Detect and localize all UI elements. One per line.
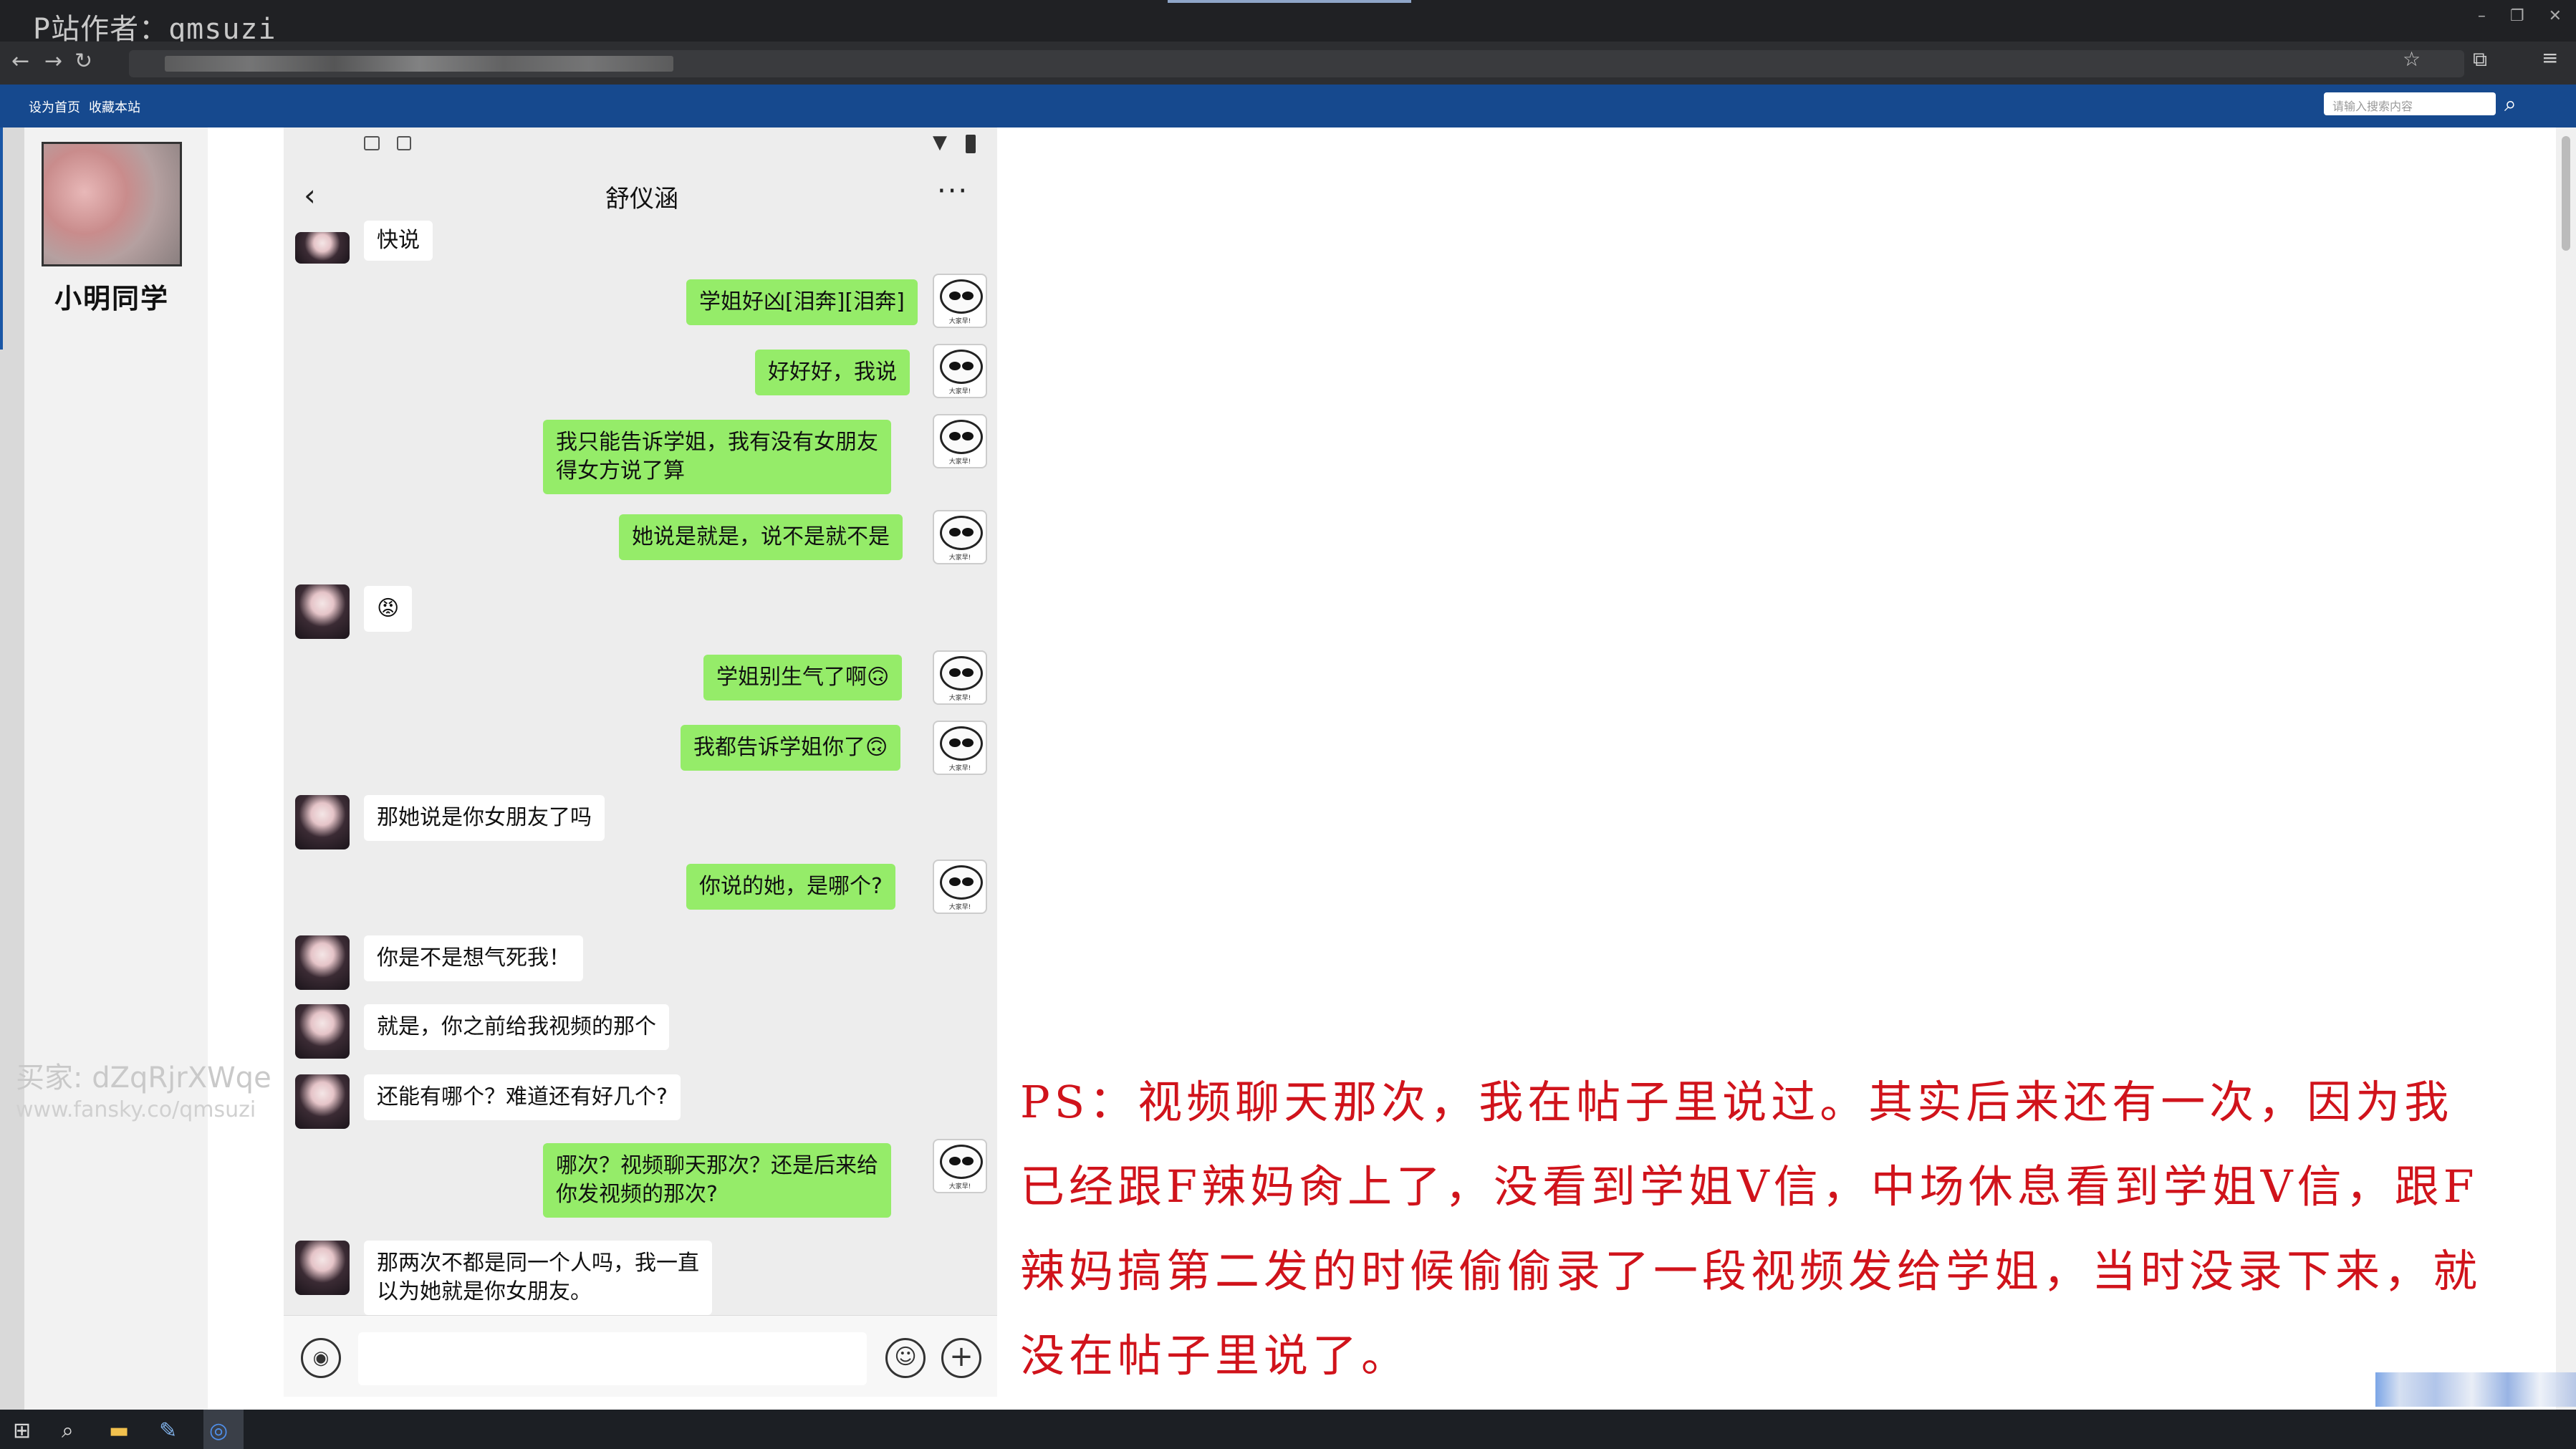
message-bubble-out: 你说的她，是哪个? (686, 864, 895, 910)
avatar-caption: 大家早! (948, 554, 971, 562)
active-tab-indicator[interactable] (1168, 0, 1411, 3)
my-avatar[interactable]: 大家早! (933, 721, 987, 775)
caption-text: PS：视频聊天那次，我在帖子里说过。其实后来还有一次，因为我已经跟F辣妈肏上了，… (1020, 1076, 2482, 1382)
set-homepage-link[interactable]: 设为首页 (29, 97, 80, 116)
message-bubble-in: 就是，你之前给我视频的那个 (364, 1004, 669, 1050)
left-gutter (0, 127, 24, 1410)
message-input[interactable] (358, 1332, 867, 1385)
bookmark-site-link[interactable]: 收藏本站 (89, 97, 140, 116)
extensions-icon[interactable]: ⧉ (2473, 47, 2487, 72)
message-bubble-out: 哪次？视频聊天那次？还是后来给 你发视频的那次? (543, 1143, 891, 1218)
back-arrow-icon[interactable]: ← (11, 49, 29, 74)
site-header (0, 85, 2576, 127)
message-bubble-in: 😡 (364, 586, 413, 632)
forward-arrow-icon[interactable]: → (44, 49, 62, 74)
message-bubble-out: 我都告诉学姐你了🙃 (681, 725, 901, 771)
notepad-icon[interactable]: ✎ (159, 1418, 177, 1443)
notification-icon (397, 136, 411, 150)
my-avatar[interactable]: 大家早! (933, 274, 987, 328)
minimize-icon[interactable]: – (2478, 7, 2486, 25)
contact-avatar[interactable] (295, 795, 350, 849)
maximize-icon[interactable]: ❐ (2510, 7, 2524, 25)
message-bubble-in: 那两次不都是同一个人吗，我一直 以为她就是你女朋友。 (364, 1241, 712, 1315)
avatar-caption: 大家早! (948, 318, 971, 325)
wifi-icon: ▼ (933, 132, 947, 153)
start-icon[interactable]: ⊞ (13, 1418, 31, 1443)
contact-avatar[interactable] (295, 1004, 350, 1059)
message-bubble-out: 我只能告诉学姐，我有没有女朋友 得女方说了算 (543, 420, 891, 494)
my-avatar[interactable]: 大家早! (933, 650, 987, 705)
contact-avatar[interactable] (295, 1241, 350, 1295)
avatar-caption: 大家早! (948, 388, 971, 395)
taskbar (0, 1410, 2576, 1449)
contact-avatar[interactable] (295, 1074, 350, 1129)
more-icon[interactable]: ··· (937, 175, 969, 208)
my-avatar[interactable]: 大家早! (933, 510, 987, 564)
close-icon[interactable]: ✕ (2549, 7, 2562, 25)
message-bubble-in: 快说 (364, 221, 433, 261)
my-avatar[interactable]: 大家早! (933, 860, 987, 914)
back-icon[interactable]: ‹ (304, 178, 316, 213)
pixelated-overlay (2375, 1372, 2576, 1407)
voice-icon[interactable]: ◉ (301, 1338, 341, 1378)
browser-titlebar (0, 0, 2576, 42)
site-watermark: www.fansky.co/qmsuzi (16, 1097, 256, 1122)
avatar-caption: 大家早! (948, 695, 971, 702)
avatar-caption: 大家早! (948, 765, 971, 772)
user-sidebar (24, 127, 208, 1410)
buyer-watermark: 买家: dZqRjrXWqe (16, 1062, 271, 1094)
battery-icon (966, 135, 976, 153)
username[interactable]: 小明同学 (36, 276, 188, 316)
my-avatar[interactable]: 大家早! (933, 1139, 987, 1193)
message-bubble-out: 好好好，我说 (755, 350, 910, 395)
menu-icon[interactable]: ≡ (2542, 46, 2558, 69)
avatar-caption: 大家早! (948, 458, 971, 466)
plus-icon[interactable]: + (941, 1338, 981, 1378)
contact-avatar[interactable] (295, 584, 350, 639)
message-bubble-in: 那她说是你女朋友了吗 (364, 795, 605, 841)
emoji-icon[interactable]: ☺ (885, 1338, 926, 1378)
my-avatar[interactable]: 大家早! (933, 414, 987, 468)
contact-avatar[interactable] (295, 935, 350, 990)
window-controls: – ❐ ✕ (2478, 7, 2562, 25)
browser-icon[interactable]: ◎ (209, 1418, 228, 1443)
phone-status-bar: ▼ (284, 127, 997, 163)
search-icon[interactable]: ⌕ (2504, 92, 2517, 117)
scrollbar-thumb[interactable] (2562, 136, 2570, 251)
url-blurred-text (165, 56, 673, 72)
chat-title: 舒仪涵 (605, 185, 678, 213)
search-icon[interactable]: ⌕ (62, 1418, 74, 1443)
star-icon[interactable]: ☆ (2403, 47, 2421, 71)
avatar-caption: 大家早! (948, 904, 971, 911)
user-avatar[interactable] (42, 142, 182, 266)
message-bubble-out: 学姐别生气了啊🙃 (703, 655, 903, 701)
site-search-input[interactable]: 请输入搜索内容 (2324, 92, 2496, 115)
avatar-caption: 大家早! (948, 1183, 971, 1190)
message-bubble-in: 你是不是想气死我！ (364, 935, 583, 981)
scrollbar[interactable] (2556, 127, 2576, 1410)
contact-avatar[interactable] (295, 232, 350, 264)
message-bubble-in: 还能有哪个？难道还有好几个? (364, 1074, 681, 1120)
message-bubble-out: 学姐好凶[泪奔][泪奔] (686, 279, 918, 325)
reload-icon[interactable]: ↻ (75, 49, 92, 74)
gallery-icon (364, 136, 380, 150)
my-avatar[interactable]: 大家早! (933, 344, 987, 398)
file-explorer-icon[interactable]: ▬ (109, 1418, 129, 1443)
message-bubble-out: 她说是就是，说不是就不是 (619, 514, 903, 560)
left-accent (0, 127, 3, 350)
